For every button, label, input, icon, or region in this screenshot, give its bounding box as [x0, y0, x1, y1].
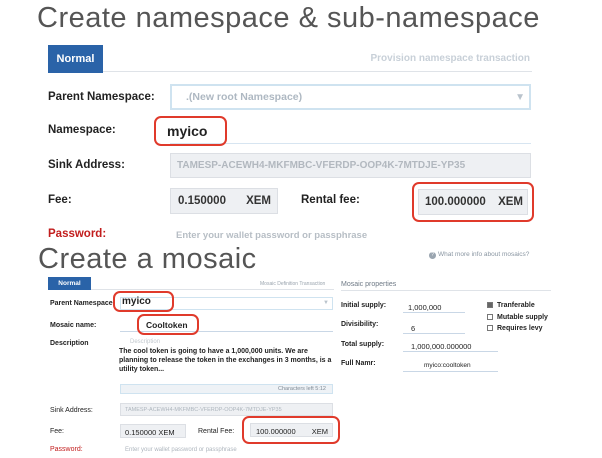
mosaic-rental-unit: XEM	[311, 427, 328, 436]
description-textarea[interactable]: The cool token is going to have a 1,000,…	[119, 347, 333, 374]
parent-namespace-label: Parent Namespace:	[48, 91, 155, 103]
total-supply-underline	[403, 351, 498, 352]
chars-left-bar: Characters left 5:12	[120, 384, 333, 394]
fee-value: 0.150000	[178, 195, 226, 207]
total-supply-value: 1,000,000.000000	[411, 342, 472, 351]
mosaic-sink-field: TAMESP-ACEWH4-MKFMBC-VFERDP-OOP4K-7MTDJE…	[120, 403, 333, 416]
rental-fee-unit: XEM	[498, 196, 523, 208]
fee-label: Fee:	[48, 194, 72, 206]
mosaic-rental-field: 100.000000 XEM	[250, 423, 333, 437]
mosaic-password-input[interactable]: Enter your wallet password or passphrase	[125, 447, 237, 453]
description-label: Description	[50, 340, 89, 347]
mosaic-rental-highlight: 100.000000 XEM	[242, 416, 340, 444]
mutable-supply-label: Mutable supply	[497, 314, 548, 321]
fee-unit: XEM	[246, 195, 271, 207]
mosaic-section-title: Create a mosaic	[38, 243, 257, 275]
namespace-section-title: Create namespace & sub-namespace	[37, 2, 540, 34]
sink-address-value: TAMESP-ACEWH4-MKFMBC-VFERDP-OOP4K-7MTDJE…	[177, 160, 466, 171]
mosaic-name-highlight: Cooltoken	[137, 314, 199, 335]
mosaic-password-label: Password:	[50, 446, 83, 453]
help-icon: ?	[429, 252, 436, 259]
mosaic-tx-type: Mosaic Definition Transaction	[260, 281, 326, 287]
requires-levy-label: Requires levy	[497, 325, 543, 332]
sink-address-label: Sink Address:	[48, 159, 125, 171]
mosaic-rental-value: 100.000000	[256, 427, 296, 436]
tab-normal[interactable]: Normal	[48, 45, 103, 73]
transferable-label: Tranferable	[497, 302, 535, 309]
divider	[341, 290, 551, 291]
mosaic-sink-value: TAMESP-ACEWH4-MKFMBC-VFERDP-OOP4K-7MTDJE…	[125, 407, 282, 413]
initial-supply-label: Initial supply:	[341, 302, 387, 309]
namespace-value: myico	[167, 123, 208, 139]
namespace-highlight: myico	[154, 116, 227, 146]
namespace-label: Namespace:	[48, 124, 116, 136]
chevron-down-icon: ▼	[323, 300, 329, 306]
divider	[48, 71, 532, 72]
total-supply-label: Total supply:	[341, 341, 385, 348]
mosaic-parent-value: myico	[122, 296, 151, 307]
divisibility-underline	[403, 333, 465, 334]
mosaic-name-label: Mosaic name:	[50, 322, 97, 329]
transferable-checkbox[interactable]: Tranferable	[487, 302, 535, 309]
mosaic-sink-label: Sink Address:	[50, 407, 93, 414]
full-name-label: Full Namr:	[341, 360, 376, 367]
password-input[interactable]: Enter your wallet password or passphrase	[176, 230, 367, 241]
mosaic-name-input[interactable]: Cooltoken	[146, 320, 188, 330]
rental-fee-label: Rental fee:	[301, 194, 360, 206]
rental-fee-value: 100.000000	[425, 196, 486, 208]
parent-namespace-value: .(New root Namespace)	[186, 91, 303, 103]
mosaic-fee-value: 0.150000 XEM	[125, 428, 175, 437]
divisibility-label: Divisibility:	[341, 321, 379, 328]
checkbox-icon	[487, 314, 493, 321]
password-label: Password:	[48, 228, 107, 240]
full-name-underline	[403, 371, 498, 372]
initial-supply-underline	[403, 312, 465, 313]
mosaic-fee-label: Fee:	[50, 428, 65, 435]
mosaic-fee-field: 0.150000 XEM	[120, 424, 186, 438]
divisibility-input[interactable]: 6	[411, 324, 415, 333]
mosaic-parent-highlight: myico	[113, 291, 174, 312]
rental-fee-highlight: 100.000000 XEM	[412, 182, 534, 222]
parent-namespace-select[interactable]: .(New root Namespace) ▼	[170, 84, 531, 110]
mutable-supply-checkbox[interactable]: Mutable supply	[487, 314, 548, 321]
mosaic-rental-label: Rental Fee:	[198, 428, 235, 435]
checkbox-icon	[487, 325, 493, 332]
description-placeholder: Description	[130, 339, 161, 345]
rental-fee-field: 100.000000 XEM	[418, 189, 528, 215]
fee-field: 0.150000 XEM	[170, 188, 278, 214]
requires-levy-checkbox[interactable]: Requires levy	[487, 325, 543, 332]
mosaic-tab-normal[interactable]: Normal	[48, 277, 91, 290]
mosaic-help-link[interactable]: ? What more info about mosaics?	[429, 251, 529, 259]
mosaic-parent-label: Parent Namespace:	[50, 300, 115, 307]
initial-supply-input[interactable]: 1,000,000	[408, 303, 441, 312]
chevron-down-icon: ▼	[515, 92, 525, 103]
full-name-value: myico:cooltoken	[424, 362, 471, 369]
chars-left-text: Characters left 5:12	[278, 386, 326, 392]
checkbox-checked-icon	[487, 302, 493, 309]
mosaic-properties-heading: Mosaic properties	[341, 281, 397, 288]
sink-address-field: TAMESP-ACEWH4-MKFMBC-VFERDP-OOP4K-7MTDJE…	[170, 153, 531, 178]
transaction-type-label: Provision namespace transaction	[370, 53, 530, 64]
help-link-text: What more info about mosaics?	[438, 251, 530, 258]
